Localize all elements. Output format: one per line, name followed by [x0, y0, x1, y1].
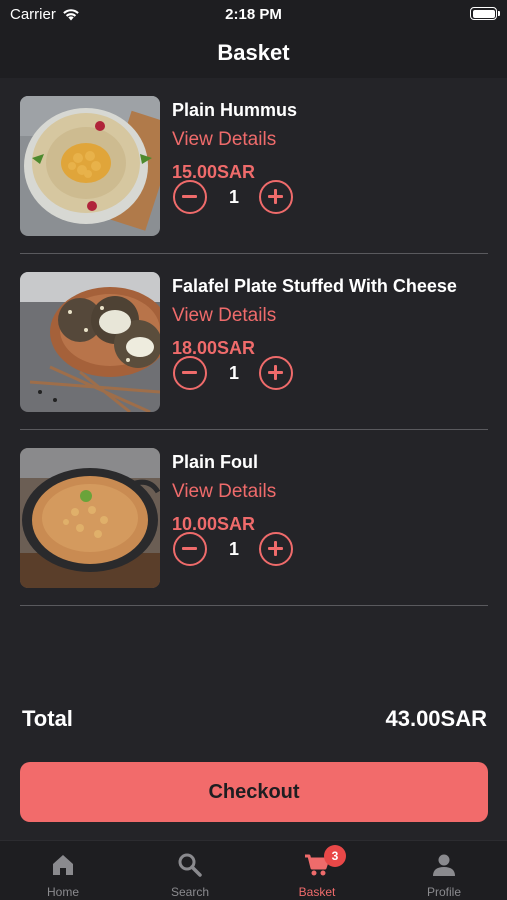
- person-icon: [433, 854, 455, 876]
- item-image-plain-foul[interactable]: [20, 448, 160, 588]
- item-name: Plain Foul: [172, 452, 259, 472]
- decrease-quantity-button[interactable]: [173, 532, 207, 566]
- increase-quantity-button[interactable]: [259, 180, 293, 214]
- tab-label: Basket: [298, 885, 336, 899]
- quantity-value: 1: [228, 363, 239, 383]
- quantity-value: 1: [228, 539, 239, 559]
- tab-bar: Home Search 3 Basket Profile: [0, 840, 507, 900]
- tab-search[interactable]: Search: [127, 841, 253, 900]
- decrease-quantity-button[interactable]: [173, 180, 207, 214]
- status-bar: Carrier 2:18 PM: [0, 0, 507, 28]
- tab-profile[interactable]: Profile: [381, 841, 507, 900]
- plain-hummus-photo: [20, 96, 160, 236]
- basket-item: Falafel Plate Stuffed With Cheese View D…: [20, 254, 488, 430]
- decrease-quantity-button[interactable]: [173, 356, 207, 390]
- view-details-link[interactable]: View Details: [172, 481, 276, 503]
- item-image-falafel-plate[interactable]: [20, 272, 160, 412]
- battery-level: [472, 9, 495, 18]
- quantity-value: 1: [228, 187, 239, 207]
- view-details-link[interactable]: View Details: [172, 129, 276, 151]
- quantity-stepper: 1: [173, 532, 293, 566]
- status-time: 2:18 PM: [225, 6, 282, 23]
- view-details-link[interactable]: View Details: [172, 305, 276, 327]
- quantity-stepper: 1: [173, 356, 293, 390]
- tab-home[interactable]: Home: [0, 841, 126, 900]
- basket-item: Plain Foul View Details 10.00SAR 1: [20, 430, 488, 606]
- total-value: 43.00SAR: [385, 706, 487, 731]
- plain-foul-photo: [20, 448, 160, 588]
- item-name: Plain Hummus: [172, 100, 298, 120]
- tab-label: Home: [46, 885, 79, 899]
- basket-item: Plain Hummus View Details 15.00SAR 1: [20, 78, 488, 254]
- total-row: Total 43.00SAR: [22, 706, 487, 736]
- item-name: Falafel Plate Stuffed With Cheese: [172, 276, 457, 296]
- increase-quantity-button[interactable]: [259, 356, 293, 390]
- item-image-plain-hummus[interactable]: [20, 96, 160, 236]
- quantity-stepper: 1: [173, 180, 293, 214]
- home-icon: [53, 855, 73, 875]
- cart-badge: 3: [324, 845, 346, 867]
- page-title: Basket: [217, 40, 290, 65]
- tab-label: Search: [170, 885, 210, 899]
- search-icon: [178, 853, 202, 877]
- increase-quantity-button[interactable]: [259, 532, 293, 566]
- tab-basket[interactable]: 3 Basket: [254, 841, 380, 900]
- tab-label: Profile: [426, 885, 461, 899]
- battery-icon: [470, 7, 500, 20]
- falafel-plate-photo: [20, 272, 160, 412]
- checkout-button[interactable]: Checkout: [20, 762, 488, 822]
- total-label: Total: [22, 706, 73, 731]
